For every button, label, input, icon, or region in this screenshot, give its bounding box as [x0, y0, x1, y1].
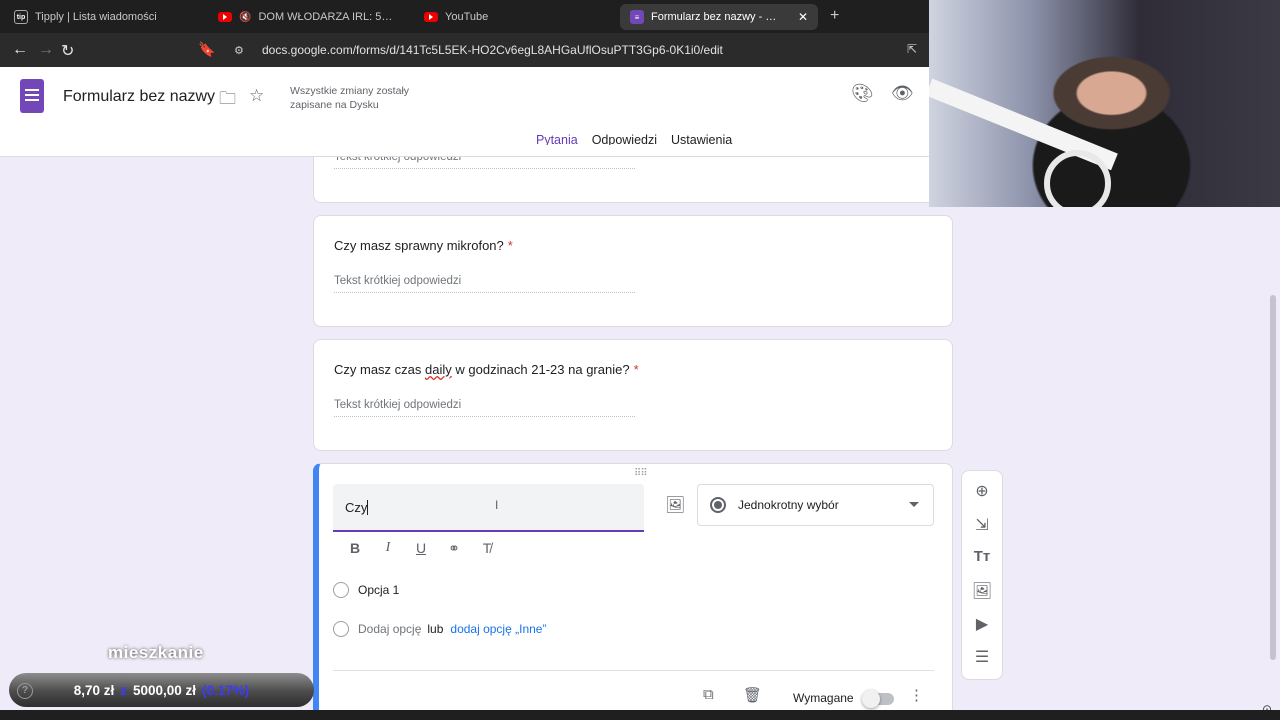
new-tab-button[interactable]: +	[830, 7, 839, 25]
palette-icon[interactable]: 🎨︎	[851, 83, 874, 104]
add-image-icon[interactable]: 🖼︎	[962, 581, 1002, 601]
close-tab-icon[interactable]: ✕	[798, 10, 808, 24]
card-divider	[333, 670, 934, 671]
donation-goal-label: mieszkanie	[108, 643, 204, 662]
add-option-button[interactable]: Dodaj opcję	[358, 622, 421, 636]
folder-icon[interactable]: 🗀	[219, 86, 236, 115]
question-title-input[interactable]: Czy I	[333, 484, 644, 532]
dropdown-arrow-icon	[909, 502, 919, 507]
short-answer-placeholder: Tekst krótkiej odpowiedzi	[334, 399, 635, 417]
bookmark-icon[interactable]: 🔖	[198, 41, 215, 58]
forward-icon[interactable]: →	[38, 41, 54, 59]
donation-amount: 8,70 zł	[73, 682, 115, 698]
address-bar[interactable]: ⚙ docs.google.com/forms/d/141Tc5L5EK-HO2…	[226, 38, 923, 62]
radio-button-icon	[710, 497, 726, 513]
donation-of: z	[120, 682, 127, 698]
more-options-icon[interactable]: ⋮	[909, 686, 924, 704]
tipply-favicon-icon: tip	[14, 10, 28, 24]
underline-icon[interactable]: U	[413, 540, 429, 557]
text-cursor	[367, 500, 369, 515]
reload-icon[interactable]: ↻	[61, 41, 74, 61]
tab-dom-wlodarza[interactable]: 🔇 DOM WŁODARZA IRL: 50 Freaków	[208, 4, 406, 30]
youtube-favicon-icon	[424, 12, 438, 22]
question-card[interactable]: Czy masz czas daily w godzinach 21-23 na…	[313, 339, 953, 451]
forms-logo-icon[interactable]	[20, 79, 44, 113]
add-section-icon[interactable]: ☰	[962, 647, 1002, 667]
add-option-row: Dodaj opcję lub dodaj opcję „Inne”	[333, 621, 546, 637]
forms-header: Formularz bez nazwy 🗀 ☆ Wszystkie zmiany…	[0, 67, 929, 158]
form-title[interactable]: Formularz bez nazwy	[63, 88, 215, 106]
ibeam-cursor-icon: I	[495, 498, 499, 512]
add-video-icon[interactable]: ▶	[962, 614, 1002, 634]
duplicate-icon[interactable]: ⧉	[703, 686, 714, 703]
header-overlap	[313, 145, 929, 157]
bold-icon[interactable]: B	[347, 540, 363, 557]
add-image-icon[interactable]: 🖼︎	[665, 495, 685, 515]
star-icon[interactable]: ☆	[249, 86, 264, 106]
or-label: lub	[427, 622, 444, 636]
question-title: Czy masz czas daily w godzinach 21-23 na…	[334, 362, 639, 377]
option-radio-icon	[333, 621, 349, 637]
youtube-favicon-icon	[218, 12, 232, 22]
spellcheck-underlined-word: daily	[425, 362, 452, 377]
add-question-icon[interactable]: ⊕	[962, 481, 1002, 501]
question-side-toolbar: ⊕ ⇲ Tт 🖼︎ ▶ ☰	[961, 470, 1003, 680]
site-info-icon[interactable]: ⚙	[234, 44, 248, 57]
required-asterisk: *	[507, 238, 513, 253]
italic-icon[interactable]: I	[380, 540, 396, 557]
url-text: docs.google.com/forms/d/141Tc5L5EK-HO2Cv…	[262, 43, 723, 57]
browser-toolbar: ← → ↻ 🔖 ⚙ docs.google.com/forms/d/141Tc5…	[0, 33, 929, 67]
question-card[interactable]: Czy masz sprawny mikrofon? * Tekst krótki…	[313, 215, 953, 327]
donation-goal: 5000,00 zł	[132, 682, 197, 698]
tab-tipply[interactable]: tip Tipply | Lista wiadomości	[4, 4, 204, 30]
donation-percent: (0.17%)	[202, 682, 250, 698]
donation-goal-bar: ? 8,70 zł z 5000,00 zł (0.17%)	[9, 673, 314, 707]
clear-formatting-icon[interactable]: T̸	[479, 540, 495, 557]
required-label: Wymagane	[793, 691, 854, 705]
webcam-overlay	[929, 0, 1280, 207]
page-scrollbar[interactable]	[1270, 295, 1276, 660]
taskbar-strip	[0, 710, 1280, 720]
option-radio-icon	[333, 582, 349, 598]
choice-option[interactable]: Opcja 1	[333, 582, 399, 598]
forms-favicon-icon: ≡	[630, 10, 644, 24]
browser-tab-bar: tip Tipply | Lista wiadomości 🔇 DOM WŁOD…	[0, 0, 929, 33]
required-toggle[interactable]	[862, 690, 894, 708]
tab-youtube[interactable]: YouTube	[414, 4, 614, 30]
share-icon[interactable]: ⇱	[907, 42, 917, 56]
add-title-description-icon[interactable]: Tт	[962, 548, 1002, 565]
add-other-option-button[interactable]: dodaj opcję „Inne”	[450, 622, 546, 636]
import-questions-icon[interactable]: ⇲	[962, 515, 1002, 535]
saved-status: Wszystkie zmiany zostały zapisane na Dys…	[290, 85, 410, 111]
delete-icon[interactable]: 🗑	[743, 686, 762, 704]
muted-speaker-icon[interactable]: 🔇	[239, 12, 251, 23]
active-question-card[interactable]: ⠿⠿ Czy I 🖼︎ Jednokrotny wybór B I U ⚭ T̸…	[313, 463, 953, 720]
question-title: Czy masz sprawny mikrofon? *	[334, 238, 513, 253]
formatting-toolbar: B I U ⚭ T̸	[347, 540, 495, 557]
short-answer-placeholder: Tekst krótkiej odpowiedzi	[334, 275, 635, 293]
preview-eye-icon[interactable]: 👁	[891, 83, 914, 104]
back-icon[interactable]: ←	[12, 41, 28, 59]
link-icon[interactable]: ⚭	[446, 540, 462, 557]
question-type-select[interactable]: Jednokrotny wybór	[697, 484, 934, 526]
required-asterisk: *	[633, 362, 639, 377]
help-icon: ?	[17, 683, 33, 699]
tab-google-forms[interactable]: ≡ Formularz bez nazwy - Formular ✕	[620, 4, 818, 30]
drag-handle-icon[interactable]: ⠿⠿	[634, 468, 648, 479]
